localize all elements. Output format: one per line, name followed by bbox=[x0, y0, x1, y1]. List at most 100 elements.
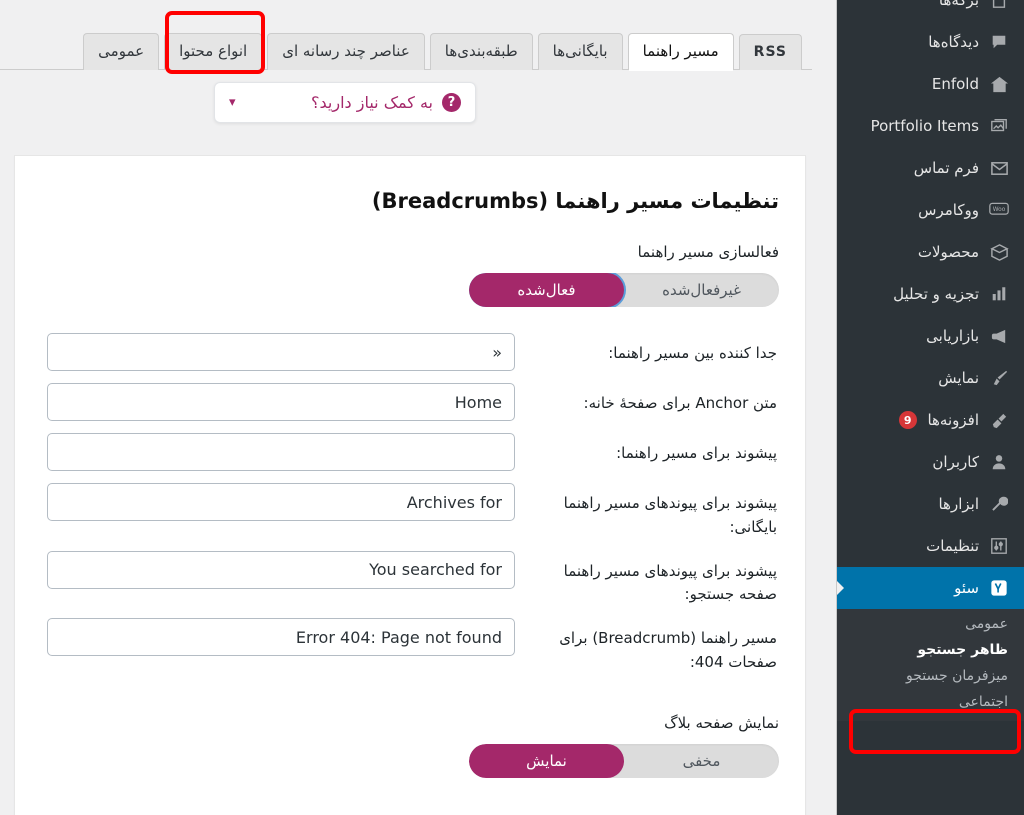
blog-page-toggle[interactable]: مخفی نمایش bbox=[469, 743, 779, 778]
notfound-text-input[interactable] bbox=[47, 618, 515, 657]
paintbrush-icon bbox=[988, 367, 1010, 389]
plugins-update-badge: 9 bbox=[898, 411, 917, 430]
tab-rss[interactable]: RSS bbox=[738, 33, 802, 70]
sidebar-item-enfold[interactable]: Enfold bbox=[837, 63, 1024, 105]
tab-label: طبقه‌بندی‌ها bbox=[444, 41, 518, 60]
toggle-option-enabled[interactable]: فعال‌شده bbox=[469, 273, 624, 308]
breadcrumb-prefix-input[interactable] bbox=[47, 433, 515, 472]
tab-general[interactable]: عمومی bbox=[83, 32, 160, 70]
submenu-item-social[interactable]: اجتماعی bbox=[837, 689, 1024, 715]
submenu-item-general[interactable]: عمومی bbox=[837, 611, 1024, 637]
field-row-404-text: مسیر راهنما (Breadcrumb) برای صفحات 404: bbox=[41, 618, 779, 674]
tab-archives[interactable]: بایگانی‌ها bbox=[537, 32, 623, 70]
wrench-icon bbox=[988, 493, 1010, 515]
activation-caption: فعالسازی مسیر راهنما bbox=[637, 243, 779, 262]
submenu-item-search-console[interactable]: میزفرمان جستجو bbox=[837, 663, 1024, 689]
sidebar-item-text: افزونه‌ها bbox=[927, 410, 979, 429]
tab-media[interactable]: عناصر چند رسانه ای bbox=[267, 32, 425, 70]
sidebar-item-comments[interactable]: دیدگاه‌ها bbox=[837, 21, 1024, 63]
seo-submenu: عمومی ظاهر جستجو میزفرمان جستجو اجتماعی bbox=[837, 609, 1024, 721]
page-title: تنظیمات مسیر راهنما (Breadcrumbs) bbox=[371, 189, 779, 213]
settings-tab-bar: RSS مسیر راهنما بایگانی‌ها طبقه‌بندی‌ها … bbox=[0, 14, 812, 72]
woo-icon: Woo bbox=[988, 199, 1010, 221]
need-help-label: به کمک نیاز دارید؟ bbox=[311, 93, 433, 112]
toggle-option-disabled[interactable]: غیرفعال‌شده bbox=[624, 273, 779, 307]
separator-input[interactable] bbox=[47, 333, 515, 372]
envelope-icon bbox=[988, 157, 1010, 179]
breadcrumbs-settings-card: تنظیمات مسیر راهنما (Breadcrumbs) فعالسا… bbox=[14, 155, 806, 815]
sidebar-item-label: محصولات bbox=[917, 243, 979, 261]
blog-page-section: نمایش صفحه بلاگ مخفی نمایش bbox=[41, 714, 779, 778]
sidebar-item-portfolio-items[interactable]: Portfolio Items bbox=[837, 105, 1024, 147]
toggle-option-shown[interactable]: نمایش bbox=[469, 743, 624, 778]
tab-breadcrumbs[interactable]: مسیر راهنما bbox=[627, 32, 734, 72]
field-control bbox=[41, 550, 527, 589]
plug-icon bbox=[988, 409, 1010, 431]
sidebar-item-marketing[interactable]: بازاریابی bbox=[837, 315, 1024, 357]
field-row-breadcrumb-prefix: پیشوند برای مسیر راهنما: bbox=[41, 433, 779, 472]
toggle-option-hidden[interactable]: مخفی bbox=[624, 744, 779, 778]
sidebar-item-label: نمایش bbox=[938, 369, 979, 387]
sidebar-item-appearance[interactable]: نمایش bbox=[837, 357, 1024, 399]
sidebar-item-label: فرم تماس bbox=[913, 159, 979, 177]
field-control bbox=[41, 433, 527, 472]
breadcrumbs-enable-toggle[interactable]: غیرفعال‌شده فعال‌شده bbox=[469, 273, 779, 308]
sidebar-item-products[interactable]: محصولات bbox=[837, 231, 1024, 273]
field-control bbox=[41, 333, 527, 372]
megaphone-icon bbox=[988, 325, 1010, 347]
sidebar-item-woocommerce[interactable]: Woo ووکامرس bbox=[837, 189, 1024, 231]
sidebar-item-label: تجزیه و تحلیل bbox=[893, 285, 979, 303]
sidebar-item-label: تنظیمات bbox=[926, 537, 979, 555]
box-icon bbox=[988, 241, 1010, 263]
sidebar-item-analytics[interactable]: تجزیه و تحلیل bbox=[837, 273, 1024, 315]
field-label: مسیر راهنما (Breadcrumb) برای صفحات 404: bbox=[559, 629, 777, 671]
need-help-button[interactable]: ? به کمک نیاز دارید؟ ▾ bbox=[214, 82, 476, 123]
tab-taxonomies[interactable]: طبقه‌بندی‌ها bbox=[429, 32, 533, 70]
bar-chart-icon bbox=[988, 283, 1010, 305]
sidebar-item-plugins[interactable]: افزونه‌ها 9 bbox=[837, 399, 1024, 441]
sidebar-item-label: Portfolio Items bbox=[870, 117, 979, 135]
blog-page-caption: نمایش صفحه بلاگ bbox=[664, 713, 779, 732]
tab-label: انواع محتوا bbox=[179, 41, 248, 60]
tab-label: عناصر چند رسانه ای bbox=[282, 41, 410, 60]
main-content-area: RSS مسیر راهنما بایگانی‌ها طبقه‌بندی‌ها … bbox=[0, 0, 836, 815]
field-row-separator: جدا کننده بین مسیر راهنما: bbox=[41, 333, 779, 372]
screen-root: RSS مسیر راهنما بایگانی‌ها طبقه‌بندی‌ها … bbox=[0, 0, 1024, 815]
help-button-wrapper: ? به کمک نیاز دارید؟ ▾ bbox=[214, 82, 476, 123]
sidebar-item-label: Enfold bbox=[931, 75, 979, 93]
home-anchor-input[interactable] bbox=[47, 383, 515, 422]
sidebar-item-label: ابزارها bbox=[938, 495, 979, 513]
field-control bbox=[41, 483, 527, 522]
sidebar-item-contact-form[interactable]: فرم تماس bbox=[837, 147, 1024, 189]
tab-label: مسیر راهنما bbox=[642, 41, 719, 60]
field-row-home-anchor: متن Anchor برای صفحهٔ خانه: bbox=[41, 383, 779, 422]
sidebar-item-label: ووکامرس bbox=[918, 201, 979, 219]
field-label: جدا کننده بین مسیر راهنما: bbox=[608, 344, 777, 363]
field-row-search-prefix: پیشوند برای پیوندهای مسیر راهنما صفحه جس… bbox=[41, 550, 779, 607]
user-icon bbox=[988, 451, 1010, 473]
sliders-icon bbox=[988, 535, 1010, 557]
tab-content-types[interactable]: انواع محتوا bbox=[164, 32, 263, 70]
sidebar-item-tools[interactable]: ابزارها bbox=[837, 483, 1024, 525]
field-label: متن Anchor برای صفحهٔ خانه: bbox=[583, 394, 777, 413]
page-icon bbox=[988, 0, 1010, 11]
sidebar-item-label: کاربران bbox=[932, 453, 979, 471]
field-control bbox=[41, 383, 527, 422]
sidebar-item-users[interactable]: کاربران bbox=[837, 441, 1024, 483]
tab-label: بایگانی‌ها bbox=[552, 41, 608, 60]
comment-icon bbox=[988, 31, 1010, 53]
breadcrumbs-activation-section: فعالسازی مسیر راهنما غیرفعال‌شده فعال‌شد… bbox=[41, 243, 779, 308]
house-icon bbox=[988, 73, 1010, 95]
submenu-item-search-appearance[interactable]: ظاهر جستجو bbox=[837, 637, 1024, 663]
sidebar-item-label: بازاریابی bbox=[926, 327, 979, 345]
sidebar-item-pages[interactable]: برگه‌ها bbox=[837, 0, 1024, 21]
search-prefix-input[interactable] bbox=[47, 550, 515, 589]
tab-label: RSS bbox=[753, 43, 787, 60]
sidebar-item-label: برگه‌ها bbox=[938, 0, 979, 9]
archive-prefix-input[interactable] bbox=[47, 483, 515, 522]
sidebar-item-seo[interactable]: سئو bbox=[837, 567, 1024, 609]
sidebar-item-label: افزونه‌ها 9 bbox=[847, 411, 979, 430]
sidebar-item-settings[interactable]: تنظیمات bbox=[837, 525, 1024, 567]
images-icon bbox=[988, 115, 1010, 137]
sidebar-item-label: سئو bbox=[954, 579, 979, 597]
